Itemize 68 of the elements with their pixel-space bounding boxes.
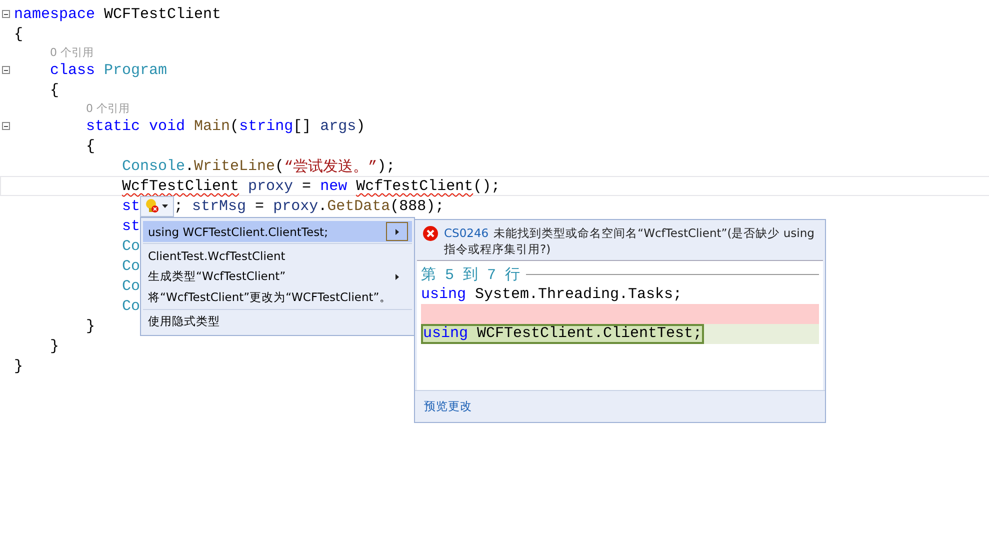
code-token: WriteLine <box>194 158 276 174</box>
code-token: proxy <box>273 198 318 214</box>
code-token: “尝试发送。” <box>284 158 378 176</box>
code-token: st <box>122 218 140 234</box>
code-token: GetData <box>327 198 390 214</box>
code-token: ); <box>377 158 396 174</box>
menu-item-label: 使用隐式类型 <box>148 314 220 329</box>
code-token: Main <box>194 118 230 134</box>
code-token: namespace <box>14 6 96 22</box>
error-message: CS0246 未能找到类型或命名空间名“WcfTestClient”(是否缺少 using 指令或程序集引用?) <box>444 225 816 257</box>
menu-item[interactable]: 生成类型“WcfTestClient” <box>143 266 412 287</box>
code-token: (); <box>473 178 500 194</box>
code-token: WCFTestClient <box>104 6 222 22</box>
code-token: { <box>14 26 24 42</box>
code-token: System.Threading.Tasks; <box>474 286 682 302</box>
caret-icon <box>162 203 168 209</box>
menu-item-label: ClientTest.WcfTestClient <box>148 248 286 262</box>
code-token: args <box>320 118 356 134</box>
menu-item[interactable]: ClientTest.WcfTestClient <box>143 245 412 266</box>
code-token: using <box>421 286 466 302</box>
code-token: Console <box>122 158 186 174</box>
menu-item[interactable]: 将“WcfTestClient”更改为“WCFTestClient”。 <box>143 287 412 308</box>
error-code-token: WcfTestClient <box>122 178 240 194</box>
code-token: } <box>14 358 24 374</box>
code-token: Co <box>122 238 140 254</box>
code-token: strMsg <box>191 198 246 214</box>
collapse-icon[interactable] <box>2 66 10 74</box>
error-code-token: WcfTestClient <box>356 178 474 194</box>
code-token: } <box>86 318 96 334</box>
code-token: using <box>423 325 468 342</box>
error-icon <box>423 226 438 241</box>
code-token: = <box>301 178 312 194</box>
code-token: { <box>50 82 60 98</box>
code-token: static void <box>86 118 186 134</box>
code-token: st <box>122 198 140 214</box>
code-token: ( <box>275 158 284 174</box>
lightbulb-error-icon <box>145 198 160 214</box>
code-token: [] <box>293 118 312 134</box>
code-token: ) <box>356 118 366 134</box>
code-token: new <box>320 178 348 194</box>
code-token: WCFTestClient.ClientTest; <box>476 325 702 342</box>
submenu-arrow-icon <box>394 228 400 234</box>
line-range: 第 5 到 7 行 <box>421 266 520 284</box>
code-token: . <box>185 158 194 174</box>
code-token: ; <box>174 198 184 214</box>
preview-changes-link[interactable]: 预览更改 <box>424 399 472 413</box>
collapse-icon[interactable] <box>2 122 10 130</box>
menu-item-label: using WCFTestClient.ClientTest; <box>148 224 328 238</box>
code-token: = <box>254 198 266 214</box>
submenu-arrow-icon <box>394 274 400 280</box>
menu-item-label: 生成类型“WcfTestClient” <box>148 269 286 284</box>
menu-item-label: 将“WcfTestClient”更改为“WCFTestClient”。 <box>148 290 392 305</box>
code-token: string <box>239 118 294 134</box>
code-token: Program <box>104 62 168 78</box>
collapse-icon[interactable] <box>2 10 10 18</box>
code-token: . <box>318 198 328 214</box>
code-token: Co <box>122 258 140 274</box>
code-token: (888); <box>390 198 444 214</box>
code-token: ( <box>230 118 240 134</box>
code-token: proxy <box>247 178 294 194</box>
code-token: { <box>86 138 96 154</box>
menu-item[interactable]: using WCFTestClient.ClientTest; <box>143 221 412 242</box>
code-token: Co <box>122 278 140 294</box>
menu-item[interactable]: 使用隐式类型 <box>143 311 412 332</box>
quick-actions-button[interactable] <box>140 196 174 216</box>
code-token: Co <box>122 298 140 314</box>
code-token: } <box>50 338 60 354</box>
code-token: class <box>50 62 96 78</box>
